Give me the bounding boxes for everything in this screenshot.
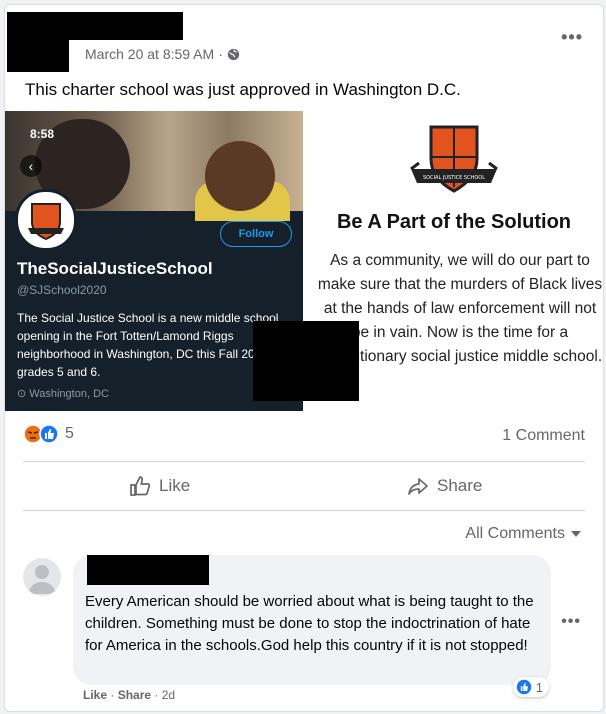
caret-down-icon bbox=[571, 531, 581, 537]
photo-person-child bbox=[205, 141, 275, 211]
share-button[interactable]: Share bbox=[407, 475, 482, 497]
like-button[interactable]: Like bbox=[129, 475, 190, 497]
promo-body: As a community, we will do our part to m… bbox=[317, 252, 603, 365]
comment-reaction-badge[interactable]: 1 bbox=[512, 677, 549, 697]
like-label: Like bbox=[159, 476, 191, 495]
comment-like-link[interactable]: Like bbox=[83, 688, 107, 702]
redacted-profile-picture bbox=[7, 12, 69, 72]
thumbs-up-icon bbox=[130, 476, 151, 496]
location-pin-icon: ⊙ bbox=[17, 388, 27, 400]
comments-filter-label: All Comments bbox=[465, 525, 565, 542]
reaction-summary[interactable]: 5 bbox=[23, 424, 74, 444]
comments-count[interactable]: 1 Comment bbox=[502, 427, 585, 445]
comment-more-button[interactable]: ••• bbox=[561, 613, 581, 631]
comment-reaction-count: 1 bbox=[535, 679, 543, 695]
twitter-location: ⊙ Washington, DC bbox=[17, 387, 109, 400]
twitter-location-text: Washington, DC bbox=[29, 388, 109, 400]
phone-clock: 8:58 bbox=[30, 127, 55, 141]
promo-title: Be A Part of the Solution bbox=[336, 211, 572, 233]
like-icon bbox=[516, 679, 531, 695]
post-text: This charter school was just approved in… bbox=[25, 80, 461, 99]
like-icon bbox=[39, 424, 59, 444]
post-media[interactable]: 8:58 ‹ Follow TheSocialJusticeSchool @SJ… bbox=[5, 111, 603, 411]
default-user-icon bbox=[28, 565, 56, 594]
comment-text: Every American should be worried about w… bbox=[85, 593, 534, 654]
follow-button: Follow bbox=[220, 221, 292, 247]
redacted-commenter-name bbox=[87, 555, 209, 585]
crest-icon bbox=[28, 203, 64, 241]
chevron-left-icon: ‹ bbox=[20, 155, 42, 177]
post-meta: March 20 at 8:59 AM · bbox=[85, 46, 240, 62]
school-logo-avatar bbox=[15, 189, 77, 251]
divider bbox=[23, 510, 585, 511]
commenter-avatar[interactable] bbox=[23, 558, 61, 596]
share-icon bbox=[408, 478, 428, 495]
share-label: Share bbox=[437, 476, 483, 495]
comments-filter-dropdown[interactable]: All Comments bbox=[465, 525, 581, 543]
post-more-button[interactable]: ••• bbox=[561, 27, 583, 48]
meta-separator: · bbox=[218, 46, 223, 62]
comment-time[interactable]: 2d bbox=[162, 688, 175, 702]
school-crest-logo: SOCIAL JUSTICE SCHOOL bbox=[410, 125, 498, 193]
comment-actions: Like · Share · 2d bbox=[83, 688, 175, 702]
comment-share-link[interactable]: Share bbox=[118, 688, 151, 702]
divider bbox=[23, 461, 585, 462]
post-card: March 20 at 8:59 AM · ••• This charter s… bbox=[4, 4, 604, 712]
globe-icon bbox=[227, 48, 240, 60]
redacted-overlay bbox=[253, 321, 359, 401]
comment-action-separator: · bbox=[110, 688, 115, 702]
post-timestamp[interactable]: March 20 at 8:59 AM bbox=[85, 46, 214, 62]
reaction-count: 5 bbox=[65, 425, 74, 442]
twitter-display-name: TheSocialJusticeSchool bbox=[17, 259, 213, 278]
crest-banner-text: SOCIAL JUSTICE SCHOOL bbox=[423, 175, 485, 181]
comment-action-separator: · bbox=[154, 688, 159, 702]
twitter-handle: @SJSchool2020 bbox=[17, 283, 107, 297]
